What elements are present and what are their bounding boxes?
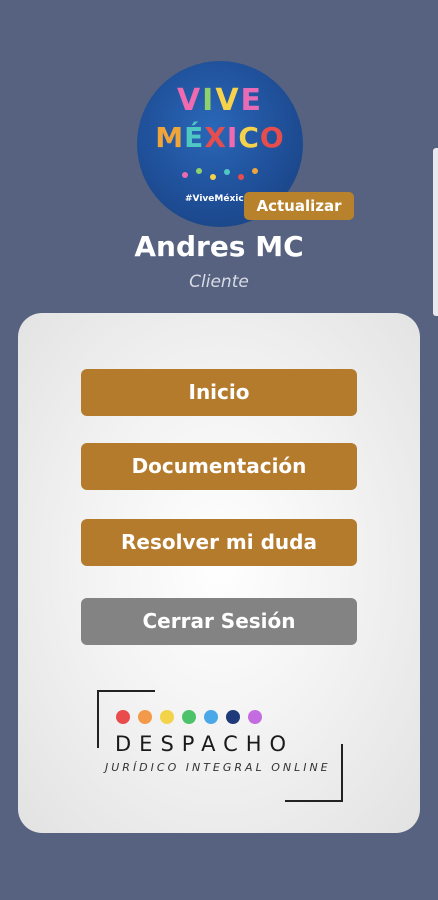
- user-role: Cliente: [189, 272, 249, 292]
- logo-dot: [182, 710, 196, 724]
- home-button[interactable]: Inicio: [81, 369, 357, 416]
- logo-dot: [160, 710, 174, 724]
- logo-dot: [116, 710, 130, 724]
- logo-dot: [138, 710, 152, 724]
- avatar-hashtag: #ViveMéxico: [185, 194, 250, 204]
- documentation-button[interactable]: Documentación: [81, 443, 357, 490]
- despacho-logo: DESPACHO JURÍDICO INTEGRAL ONLINE: [97, 690, 343, 802]
- avatar-mexico-text: MÉXICO: [155, 121, 285, 154]
- logo-color-dots: [116, 710, 262, 724]
- avatar-vive-text: VIVE: [176, 83, 264, 118]
- logo-dot: [248, 710, 262, 724]
- logo-dot: [204, 710, 218, 724]
- logo-brand: DESPACHO: [115, 732, 295, 756]
- menu-card: Inicio Documentación Resolver mi duda Ce…: [18, 313, 420, 833]
- update-photo-button[interactable]: Actualizar: [244, 192, 354, 220]
- logo-dot: [226, 710, 240, 724]
- logo-tagline: JURÍDICO INTEGRAL ONLINE: [105, 761, 331, 774]
- user-name: Andres MC: [134, 230, 304, 263]
- avatar-decoration: [182, 168, 258, 180]
- resolve-question-button[interactable]: Resolver mi duda: [81, 519, 357, 566]
- logout-button[interactable]: Cerrar Sesión: [81, 598, 357, 645]
